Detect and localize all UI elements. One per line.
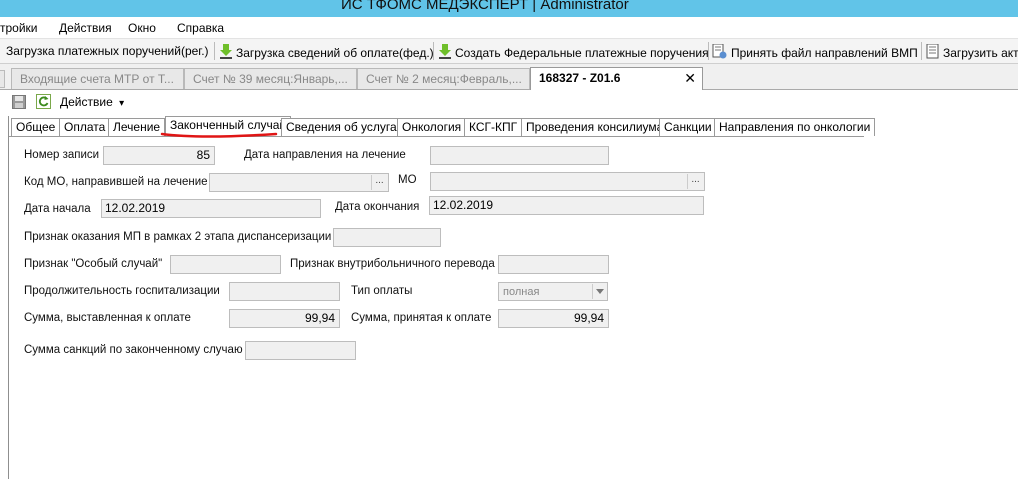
doc-tab-label: Входящие счета МТР от Т... — [20, 72, 174, 86]
form-panel: Общее Оплата Лечение Законченный случай … — [8, 116, 1018, 479]
payment-type-label: Тип оплаты — [351, 285, 413, 297]
doc-tab-label: Счет № 39 месяц:Январь,... — [193, 72, 348, 86]
tab-payment[interactable]: Оплата — [59, 118, 111, 136]
close-icon[interactable]: ✕ — [684, 70, 696, 87]
tab-general[interactable]: Общее — [11, 118, 61, 136]
accepted-sum-field[interactable]: 99,94 — [498, 309, 609, 328]
billed-sum-field[interactable]: 99,94 — [229, 309, 340, 328]
load-payment-orders-button[interactable]: Загрузка платежных поручений(рег.) — [6, 44, 209, 58]
load-payment-info-button[interactable]: Загрузка сведений об оплате(фед.) — [220, 44, 434, 62]
toolbar-label: Загрузка сведений об оплате(фед.) — [236, 46, 434, 60]
toolbar-label: Загрузка платежных поручений(рег.) — [6, 44, 209, 58]
menu-actions[interactable]: Действия — [59, 21, 112, 35]
doc-tab-account-39[interactable]: Счет № 39 месяц:Январь,... — [184, 68, 357, 89]
chevron-down-icon: ▾ — [119, 98, 125, 109]
menu-window[interactable]: Окно — [128, 21, 156, 35]
save-icon[interactable] — [12, 95, 26, 112]
toolbar-separator — [214, 42, 215, 60]
title-bar: ИС ТФОМС МЕДЭКСПЕРТ | Administrator — [0, 0, 1018, 17]
window-title: ИС ТФОМС МЕДЭКСПЕРТ | Administrator — [341, 0, 629, 13]
tab-label: Санкции — [664, 120, 712, 134]
referring-mo-code-label: Код МО, направившей на лечение — [24, 176, 208, 188]
toolbar-separator — [921, 42, 922, 60]
intrahospital-transfer-field[interactable] — [498, 255, 609, 274]
toolbar-label: Загрузить акт — [943, 46, 1018, 60]
dispensary-stage-field[interactable] — [333, 228, 441, 247]
sanctions-sum-field[interactable] — [245, 341, 356, 360]
referring-mo-code-field[interactable]: ... — [209, 173, 389, 192]
billed-sum-label: Сумма, выставленная к оплате — [24, 312, 191, 324]
tab-label: Законченный случай — [170, 118, 287, 132]
tab-label: Общее — [16, 120, 56, 134]
toolbar-separator — [433, 42, 434, 60]
download-icon — [439, 44, 451, 62]
action-bar: Действие ▾ — [8, 90, 1018, 116]
tab-treatment[interactable]: Лечение — [108, 118, 166, 136]
mo-field[interactable]: ... — [430, 172, 705, 191]
referral-date-field[interactable] — [430, 146, 609, 165]
action-dropdown[interactable]: Действие ▾ — [60, 95, 124, 109]
menu-help[interactable]: Справка — [177, 21, 224, 35]
tab-services[interactable]: Сведения об услугах — [281, 118, 408, 136]
dispensary-stage-label: Признак оказания МП в рамках 2 этапа дис… — [24, 231, 332, 243]
menu-bar: тройки Действия Окно Справка — [0, 17, 1018, 39]
doc-tab-label: 168327 - Z01.6 — [539, 71, 621, 85]
download-icon — [220, 44, 232, 62]
chevron-down-icon[interactable] — [592, 284, 606, 299]
tab-scroll-left[interactable] — [0, 70, 5, 88]
mo-label: МО — [398, 174, 417, 186]
tab-label: Проведения консилиума — [526, 120, 664, 134]
doc-tab-account-2[interactable]: Счет № 2 месяц:Февраль,... — [357, 68, 530, 89]
tab-oncology[interactable]: Онкология — [397, 118, 467, 136]
accepted-sum-label: Сумма, принятая к оплате — [351, 312, 492, 324]
document-gear-icon — [712, 43, 727, 62]
lookup-button[interactable]: ... — [371, 175, 387, 190]
tab-ksg-kpg[interactable]: КСГ-КПГ — [464, 118, 523, 136]
toolbar: Загрузка платежных поручений(рег.) Загру… — [0, 39, 1018, 64]
document-icon — [926, 43, 939, 62]
referral-date-label: Дата направления на лечение — [244, 149, 406, 161]
accept-vmp-file-button[interactable]: Принять файл направлений ВМП — [712, 43, 918, 62]
doc-tab-label: Счет № 2 месяц:Февраль,... — [366, 72, 522, 86]
record-number-label: Номер записи — [24, 149, 100, 161]
tab-label: Лечение — [113, 120, 161, 134]
special-case-field[interactable] — [170, 255, 281, 274]
tab-label: Онкология — [402, 120, 462, 134]
hospitalization-duration-field[interactable] — [229, 282, 340, 301]
tab-label: Направления по онкологии — [719, 120, 871, 134]
select-value: полная — [503, 286, 540, 298]
load-act-button[interactable]: Загрузить акт — [926, 43, 1018, 62]
tab-sanctions[interactable]: Санкции — [659, 118, 717, 136]
create-federal-orders-button[interactable]: Создать Федеральные платежные поручения — [439, 44, 709, 62]
lookup-button[interactable]: ... — [687, 174, 703, 189]
toolbar-separator — [708, 42, 709, 60]
annotation-underline — [160, 132, 278, 138]
special-case-label: Признак "Особый случай" — [24, 258, 163, 270]
document-tabs: Входящие счета МТР от Т... Счет № 39 мес… — [0, 64, 1018, 90]
refresh-icon[interactable] — [36, 94, 51, 112]
tab-label: Сведения об услугах — [286, 120, 403, 134]
tab-label: Оплата — [64, 120, 106, 134]
toolbar-label: Создать Федеральные платежные поручения — [455, 46, 709, 60]
record-number-field[interactable]: 85 — [103, 146, 215, 165]
start-date-field[interactable]: 12.02.2019 — [101, 199, 321, 218]
end-date-label: Дата окончания — [335, 201, 420, 213]
end-date-field[interactable]: 12.02.2019 — [429, 196, 704, 215]
tabs-divider — [9, 136, 864, 137]
tab-oncology-referrals[interactable]: Направления по онкологии — [714, 118, 876, 136]
toolbar-label: Принять файл направлений ВМП — [731, 46, 918, 60]
tab-consilium[interactable]: Проведения консилиума — [521, 118, 669, 136]
doc-tab-incoming-accounts[interactable]: Входящие счета МТР от Т... — [11, 68, 184, 89]
hospitalization-duration-label: Продолжительность госпитализации — [24, 285, 220, 297]
start-date-label: Дата начала — [24, 203, 91, 215]
sanctions-sum-label: Сумма санкций по законченному случаю — [24, 344, 243, 356]
payment-type-select[interactable]: полная — [498, 282, 608, 301]
menu-settings[interactable]: тройки — [0, 21, 38, 35]
intrahospital-transfer-label: Признак внутрибольничного перевода — [290, 258, 495, 270]
action-label: Действие — [60, 95, 113, 109]
tab-label: КСГ-КПГ — [469, 120, 518, 134]
doc-tab-case-168327[interactable]: 168327 - Z01.6 ✕ — [530, 67, 703, 90]
